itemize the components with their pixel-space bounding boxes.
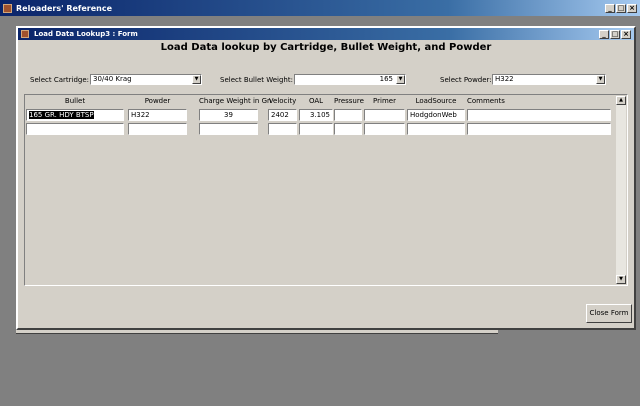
powder-value: H322 xyxy=(495,75,514,83)
form-title: Load Data Lookup3 : Form xyxy=(34,30,138,38)
chevron-down-icon[interactable]: ▼ xyxy=(596,75,605,84)
table-cell[interactable] xyxy=(364,123,405,135)
powder-select[interactable]: H322 ▼ xyxy=(492,74,606,85)
table-cell[interactable] xyxy=(467,123,611,135)
table-cell[interactable]: 39 xyxy=(199,109,258,121)
app-minimize-button[interactable]: _ xyxy=(605,3,615,13)
form-title-bar: Load Data Lookup3 : Form _ □ × xyxy=(18,28,634,40)
cell-value: 165 GR. HDY BTSP xyxy=(29,111,94,119)
column-header: Powder xyxy=(144,97,171,105)
table-cell[interactable]: H322 xyxy=(128,109,187,121)
app-title: Reloaders' Reference xyxy=(16,3,113,13)
cell-value: H322 xyxy=(131,111,150,119)
cartridge-select[interactable]: 30/40 Krag ▼ xyxy=(90,74,202,85)
cartridge-value: 30/40 Krag xyxy=(93,75,132,83)
table-cell[interactable] xyxy=(128,123,187,135)
form-minimize-button[interactable]: _ xyxy=(599,29,609,39)
powder-label: Select Powder: xyxy=(440,76,492,84)
chevron-down-icon[interactable]: ▼ xyxy=(396,75,405,84)
form-maximize-button[interactable]: □ xyxy=(610,29,620,39)
table-cell[interactable] xyxy=(467,109,611,121)
horizontal-scrollbar[interactable] xyxy=(16,330,498,334)
app-icon xyxy=(3,3,12,13)
column-header: OAL xyxy=(308,97,324,105)
app-maximize-button[interactable]: □ xyxy=(616,3,626,13)
table-cell[interactable]: 3.105 xyxy=(299,109,333,121)
cartridge-label: Select Cartridge: xyxy=(30,76,89,84)
table-cell[interactable] xyxy=(334,123,362,135)
cell-value: 3.105 xyxy=(309,111,330,119)
cell-value: 39 xyxy=(224,111,233,119)
table-cell[interactable] xyxy=(26,123,124,135)
close-form-button[interactable]: Close Form xyxy=(586,304,632,323)
table-cell[interactable]: 2402 xyxy=(268,109,297,121)
form-icon xyxy=(21,30,29,38)
table-cell[interactable] xyxy=(199,123,258,135)
app-title-bar: Reloaders' Reference _ □ × xyxy=(0,0,640,16)
cell-value: HodgdonWeb xyxy=(410,111,457,119)
load-data-form: Load Data Lookup3 : Form _ □ × Load Data… xyxy=(16,26,636,330)
column-header: Charge Weight in Gn xyxy=(199,97,272,105)
column-header: Bullet xyxy=(64,97,86,105)
table-cell[interactable] xyxy=(334,109,362,121)
table-cell[interactable] xyxy=(364,109,405,121)
chevron-down-icon[interactable]: ▼ xyxy=(192,75,201,84)
form-close-button[interactable]: × xyxy=(621,29,631,39)
scroll-down-icon[interactable]: ▼ xyxy=(616,275,626,284)
app-close-button[interactable]: × xyxy=(627,3,637,13)
bullet-weight-select[interactable]: 165 ▼ xyxy=(294,74,406,85)
bullet-weight-label: Select Bullet Weight: xyxy=(220,76,293,84)
column-header: Primer xyxy=(373,97,396,105)
table-cell[interactable]: 165 GR. HDY BTSP xyxy=(26,109,124,121)
scroll-up-icon[interactable]: ▲ xyxy=(616,96,626,105)
cell-value: 2402 xyxy=(271,111,289,119)
results-subform: Bullet Powder Charge Weight in Gn Velocity O… xyxy=(24,94,628,286)
page-title: Load Data lookup by Cartridge, Bullet We… xyxy=(160,42,492,53)
table-cell[interactable] xyxy=(268,123,297,135)
column-header: Comments xyxy=(467,97,505,105)
column-header: Pressure xyxy=(334,97,364,105)
column-header: LoadSource xyxy=(415,97,457,105)
bullet-weight-value: 165 xyxy=(379,75,393,83)
table-cell[interactable] xyxy=(407,123,465,135)
table-cell[interactable]: HodgdonWeb xyxy=(407,109,465,121)
table-cell[interactable] xyxy=(299,123,333,135)
column-header: Velocity xyxy=(268,97,297,105)
vertical-scrollbar[interactable]: ▲ ▼ xyxy=(616,96,626,284)
